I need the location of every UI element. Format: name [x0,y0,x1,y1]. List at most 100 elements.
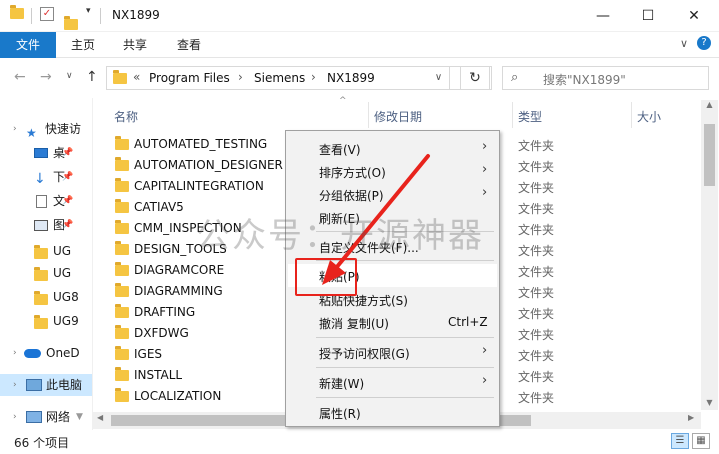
sidebar-item-pictures[interactable]: 图 📌 [0,214,92,236]
folder-icon [115,304,129,318]
menu-item-view[interactable]: 查看(V) › [288,137,497,160]
picture-icon [34,220,48,231]
item-count: 66 个项目 [14,436,70,450]
sidebar-item-documents[interactable]: 文 📌 [0,190,92,212]
column-date[interactable]: 修改日期 [374,108,422,125]
menu-item-new[interactable]: 新建(W) › [288,371,497,394]
vertical-scrollbar[interactable]: ▲ ▼ [701,100,718,410]
sidebar-item-folder-ug[interactable]: UG [0,262,92,284]
menu-item-sort[interactable]: 排序方式(O) › [288,160,497,183]
scroll-up-arrow-icon[interactable]: ▲ [701,100,718,109]
title-bar: ✓ ▾ NX1899 — ☐ ✕ [0,0,719,32]
refresh-button[interactable]: ↻ [460,66,490,90]
up-button[interactable]: ↑ [86,69,98,85]
menu-item-properties[interactable]: 属性(R) [288,401,497,424]
document-icon [36,195,47,208]
sidebar-item-folder-ug9[interactable]: UG9 [0,310,92,332]
back-button[interactable]: ← [14,69,26,85]
recent-locations-button[interactable]: ∨ [66,71,73,81]
details-view-icon[interactable]: ☰ [671,433,689,449]
column-divider[interactable] [512,102,513,128]
menu-item-shortcut: Ctrl+Z [448,315,488,329]
tab-view[interactable]: 查看 [166,32,212,58]
properties-icon[interactable]: ✓ [40,7,54,21]
pin-icon[interactable]: 📌 [62,142,73,164]
minimize-button[interactable]: — [580,0,626,32]
folder-icon [115,178,129,192]
maximize-button[interactable]: ☐ [625,0,671,32]
folder-icon [115,220,129,234]
file-type: 文件夹 [518,349,555,363]
chevron-right-icon[interactable]: › [311,70,316,84]
tab-home[interactable]: 主页 [60,32,106,58]
sidebar-item-label: UG8 [53,290,79,304]
menu-item-label: 查看(V) [319,143,361,157]
breadcrumb-siemens[interactable]: Siemens [254,71,305,85]
search-box[interactable]: ⌕ 搜索"NX1899" [502,66,709,90]
pin-icon[interactable]: 📌 [62,214,73,236]
file-type: 文件夹 [518,244,555,258]
menu-item-group[interactable]: 分组依据(P) › [288,183,497,206]
sidebar-item-downloads[interactable]: ↓ 下 📌 [0,166,92,188]
expand-ribbon-icon[interactable]: ∨ [680,37,688,50]
menu-divider [316,397,494,398]
scroll-right-arrow-icon[interactable]: ▶ [688,413,694,422]
menu-item-undo-copy[interactable]: 撤消 复制(U) Ctrl+Z [288,311,497,334]
scroll-left-arrow-icon[interactable]: ◀ [97,413,103,422]
column-name[interactable]: 名称 [114,108,138,125]
column-divider[interactable] [368,102,369,128]
pane-divider[interactable] [92,98,93,430]
sidebar-item-label: 此电脑 [46,378,83,392]
folder-icon [115,346,129,360]
chevron-right-icon: › [482,185,488,200]
file-name: LOCALIZATION [134,389,222,403]
forward-button[interactable]: → [40,69,52,85]
sidebar-item-label: 网络 [46,410,71,424]
chevron-right-icon[interactable]: › [13,342,17,364]
chevron-right-icon[interactable]: › [13,118,17,140]
scrollbar-thumb[interactable] [704,124,715,186]
customize-quick-access-icon[interactable]: ▾ [86,6,91,16]
sidebar-item-this-pc[interactable]: › 此电脑 [0,374,92,396]
folder-icon [115,262,129,276]
column-divider[interactable] [631,102,632,128]
file-type: 文件夹 [518,370,555,384]
ribbon-tabs: 文件 主页 共享 查看 ∨ ? [0,32,719,58]
address-dropdown-button[interactable]: ∨ [428,66,450,90]
scroll-down-arrow-icon[interactable]: ▼ [701,398,718,407]
breadcrumb-nx1899[interactable]: NX1899 [327,71,375,85]
sidebar-item-folder-ug8[interactable]: UG8 [0,286,92,308]
sidebar-item-folder-ug[interactable]: UG [0,240,92,262]
menu-item-label: 属性(R) [319,407,361,421]
pin-icon[interactable]: 📌 [62,166,73,188]
desktop-icon [34,148,48,158]
sidebar-item-onedrive[interactable]: › OneD [0,342,92,364]
divider [100,8,101,24]
tab-share[interactable]: 共享 [112,32,158,58]
pin-icon[interactable]: 📌 [62,190,73,212]
folder-icon [115,367,129,381]
file-name: IGES [134,347,163,361]
folder-icon [115,136,129,150]
tab-file[interactable]: 文件 [0,32,56,58]
folder-icon [34,267,48,281]
column-size[interactable]: 大小 [637,108,661,125]
chevron-right-icon[interactable]: › [13,406,17,428]
folder-icon [115,283,129,297]
chevron-right-icon[interactable]: › [13,374,17,396]
scroll-down-arrow-icon[interactable]: ▼ [76,412,83,422]
breadcrumb-program-files[interactable]: Program Files [149,71,230,85]
new-folder-icon[interactable] [64,16,78,30]
file-name: AUTOMATED_TESTING [134,137,268,151]
chevron-right-icon[interactable]: › [238,70,243,84]
large-icons-view-icon[interactable]: ▦ [692,433,710,449]
sidebar-item-quick-access[interactable]: › ★ 快速访 [0,118,92,140]
file-name: DRAFTING [134,305,196,319]
help-icon[interactable]: ? [697,36,711,50]
folder-icon [34,291,48,305]
menu-item-give-access[interactable]: 授予访问权限(G) › [288,341,497,364]
overflow-crumbs-icon[interactable]: « [133,70,140,84]
close-button[interactable]: ✕ [671,0,717,32]
sidebar-item-desktop[interactable]: 桌 📌 [0,142,92,164]
column-type[interactable]: 类型 [518,108,542,125]
